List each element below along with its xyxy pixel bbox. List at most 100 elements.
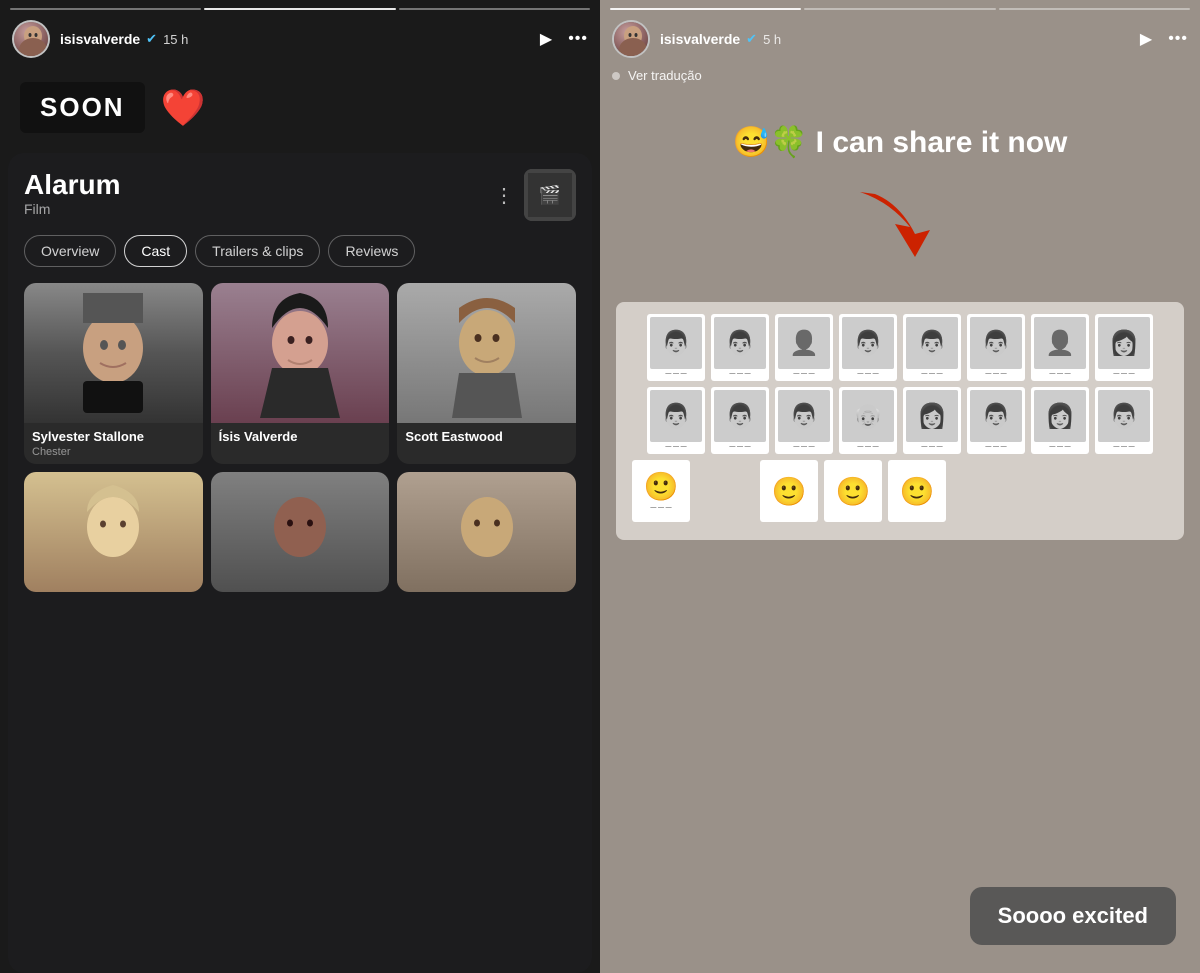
tab-reviews[interactable]: Reviews [328, 235, 415, 267]
cast-role-stallone: Chester [24, 446, 203, 464]
film-type: Film [24, 201, 120, 217]
board-name-2-3: — — — [793, 444, 814, 451]
board-name-2-5: — — — [921, 444, 942, 451]
tabs-bar: Overview Cast Trailers & clips Reviews [24, 235, 576, 267]
board-name-2-6: — — — [985, 444, 1006, 451]
cast-photo-isis [211, 283, 390, 423]
progress-bar-r3 [999, 8, 1190, 10]
board-name-2-4: — — — [857, 444, 878, 451]
cast-card-f6[interactable] [397, 472, 576, 592]
verified-icon-right: ✔ [746, 31, 757, 47]
board-photo-1-1: 👨 [650, 317, 702, 369]
ver-traducao[interactable]: Ver tradução [628, 68, 702, 83]
board-card-2-4: 👴 — — — [839, 387, 897, 454]
board-card-2-1: 👨 — — — [647, 387, 705, 454]
avatar-image-right [614, 22, 648, 56]
soon-section: SOON ❤️ [0, 66, 600, 153]
time-ago-left: 15 h [163, 32, 188, 47]
progress-bars-right [600, 0, 1200, 14]
f5-face-svg [260, 477, 340, 587]
header-info-left: isisvalverde ✔ 15 h [60, 31, 530, 47]
film-header-right: ⋮ 🎬 [494, 169, 576, 221]
tab-trailers[interactable]: Trailers & clips [195, 235, 320, 267]
progress-bars-left [0, 0, 600, 14]
username-left: isisvalverde [60, 31, 140, 47]
film-title-group: Alarum Film [24, 169, 120, 231]
smiley-face-3: 🙂 [836, 475, 871, 508]
board-name-1-3: — — — [793, 371, 814, 378]
board-name-1-7: — — — [1049, 371, 1070, 378]
red-arrow-svg [840, 182, 960, 282]
cast-card-f5[interactable] [211, 472, 390, 592]
cast-card-stallone[interactable]: Sylvester Stallone Chester [24, 283, 203, 464]
board-card-1-2: 👨 — — — [711, 314, 769, 381]
translation-bar: Ver tradução [600, 66, 1200, 93]
board-photo-2-8: 👨 [1098, 390, 1150, 442]
board-photo-1-6: 👨 [970, 317, 1022, 369]
cast-photo-scott [397, 283, 576, 423]
board-photo-2-6: 👨 [970, 390, 1022, 442]
board-photo-2-5: 👩 [906, 390, 958, 442]
board-card-2-8: 👨 — — — [1095, 387, 1153, 454]
tab-cast[interactable]: Cast [124, 235, 187, 267]
board-name-1-2: — — — [729, 371, 750, 378]
cast-photo-f5 [211, 472, 390, 592]
story-header-right: isisvalverde ✔ 5 h ▶ ••• [600, 14, 1200, 66]
board-name-2-2: — — — [729, 444, 750, 451]
cast-name-scott: Scott Eastwood [397, 423, 576, 446]
board-card-1-4: 👨 — — — [839, 314, 897, 381]
arrow-container [600, 182, 1200, 302]
cast-grid-top: Sylvester Stallone Chester [24, 283, 576, 464]
avatar-right[interactable] [612, 20, 650, 58]
play-button-left[interactable]: ▶ [540, 29, 552, 49]
cast-role-isis [211, 446, 390, 452]
board-photo-2-2: 👨 [714, 390, 766, 442]
board-card-2-6: 👨 — — — [967, 387, 1025, 454]
cast-grid-bottom [24, 472, 576, 592]
excited-text: Soooo excited [998, 903, 1148, 928]
board-card-1-1: 👨 — — — [647, 314, 705, 381]
cast-card-scott[interactable]: Scott Eastwood [397, 283, 576, 464]
share-text: 😅🍀 I can share it now [630, 123, 1170, 162]
board-card-1-5: 👨 — — — [903, 314, 961, 381]
cast-board-row-2: 👨 — — — 👨 — — — 👨 — — — 👴 — — — 👩 [628, 387, 1172, 454]
board-name-2-7: — — — [1049, 444, 1070, 451]
svg-text:🎬: 🎬 [539, 184, 561, 205]
more-button-right[interactable]: ••• [1168, 30, 1188, 48]
board-gap-1 [696, 460, 754, 522]
progress-bar-r1 [610, 8, 801, 10]
board-name-1-6: — — — [985, 371, 1006, 378]
board-photo-2-4: 👴 [842, 390, 894, 442]
excited-button[interactable]: Soooo excited [970, 887, 1176, 945]
board-card-1-3: 👤 — — — [775, 314, 833, 381]
cast-name-isis: Ísis Valverde [211, 423, 390, 446]
stories-container: isisvalverde ✔ 15 h ▶ ••• SOON ❤️ Alarum… [0, 0, 1200, 973]
progress-bar-1 [10, 8, 201, 10]
board-card-1-7: 👤 — — — [1031, 314, 1089, 381]
film-header: Alarum Film ⋮ 🎬 [24, 169, 576, 231]
film-title: Alarum [24, 169, 120, 201]
stallone-face-svg [68, 293, 158, 413]
scott-face-svg [442, 288, 532, 418]
cast-card-isis[interactable]: Ísis Valverde [211, 283, 390, 464]
f6-face-svg [447, 477, 527, 587]
username-right: isisvalverde [660, 31, 740, 47]
board-smiley-4: 🙂 [888, 460, 946, 522]
avatar-left[interactable] [12, 20, 50, 58]
play-button-right[interactable]: ▶ [1140, 29, 1152, 49]
progress-bar-2 [204, 8, 395, 10]
board-card-1-6: 👨 — — — [967, 314, 1025, 381]
smiley-face-2: 🙂 [772, 475, 807, 508]
film-more-dots[interactable]: ⋮ [494, 183, 514, 208]
board-smiley-2: 🙂 [760, 460, 818, 522]
board-name-2-1: — — — [665, 444, 686, 451]
cast-card-f4[interactable] [24, 472, 203, 592]
soon-badge: SOON [20, 82, 145, 133]
board-photo-2-3: 👨 [778, 390, 830, 442]
header-info-right: isisvalverde ✔ 5 h [660, 31, 1130, 47]
smiley-face-4: 🙂 [900, 475, 935, 508]
avatar-image-left [14, 22, 48, 56]
more-button-left[interactable]: ••• [568, 30, 588, 48]
board-photo-1-5: 👨 [906, 317, 958, 369]
tab-overview[interactable]: Overview [24, 235, 116, 267]
